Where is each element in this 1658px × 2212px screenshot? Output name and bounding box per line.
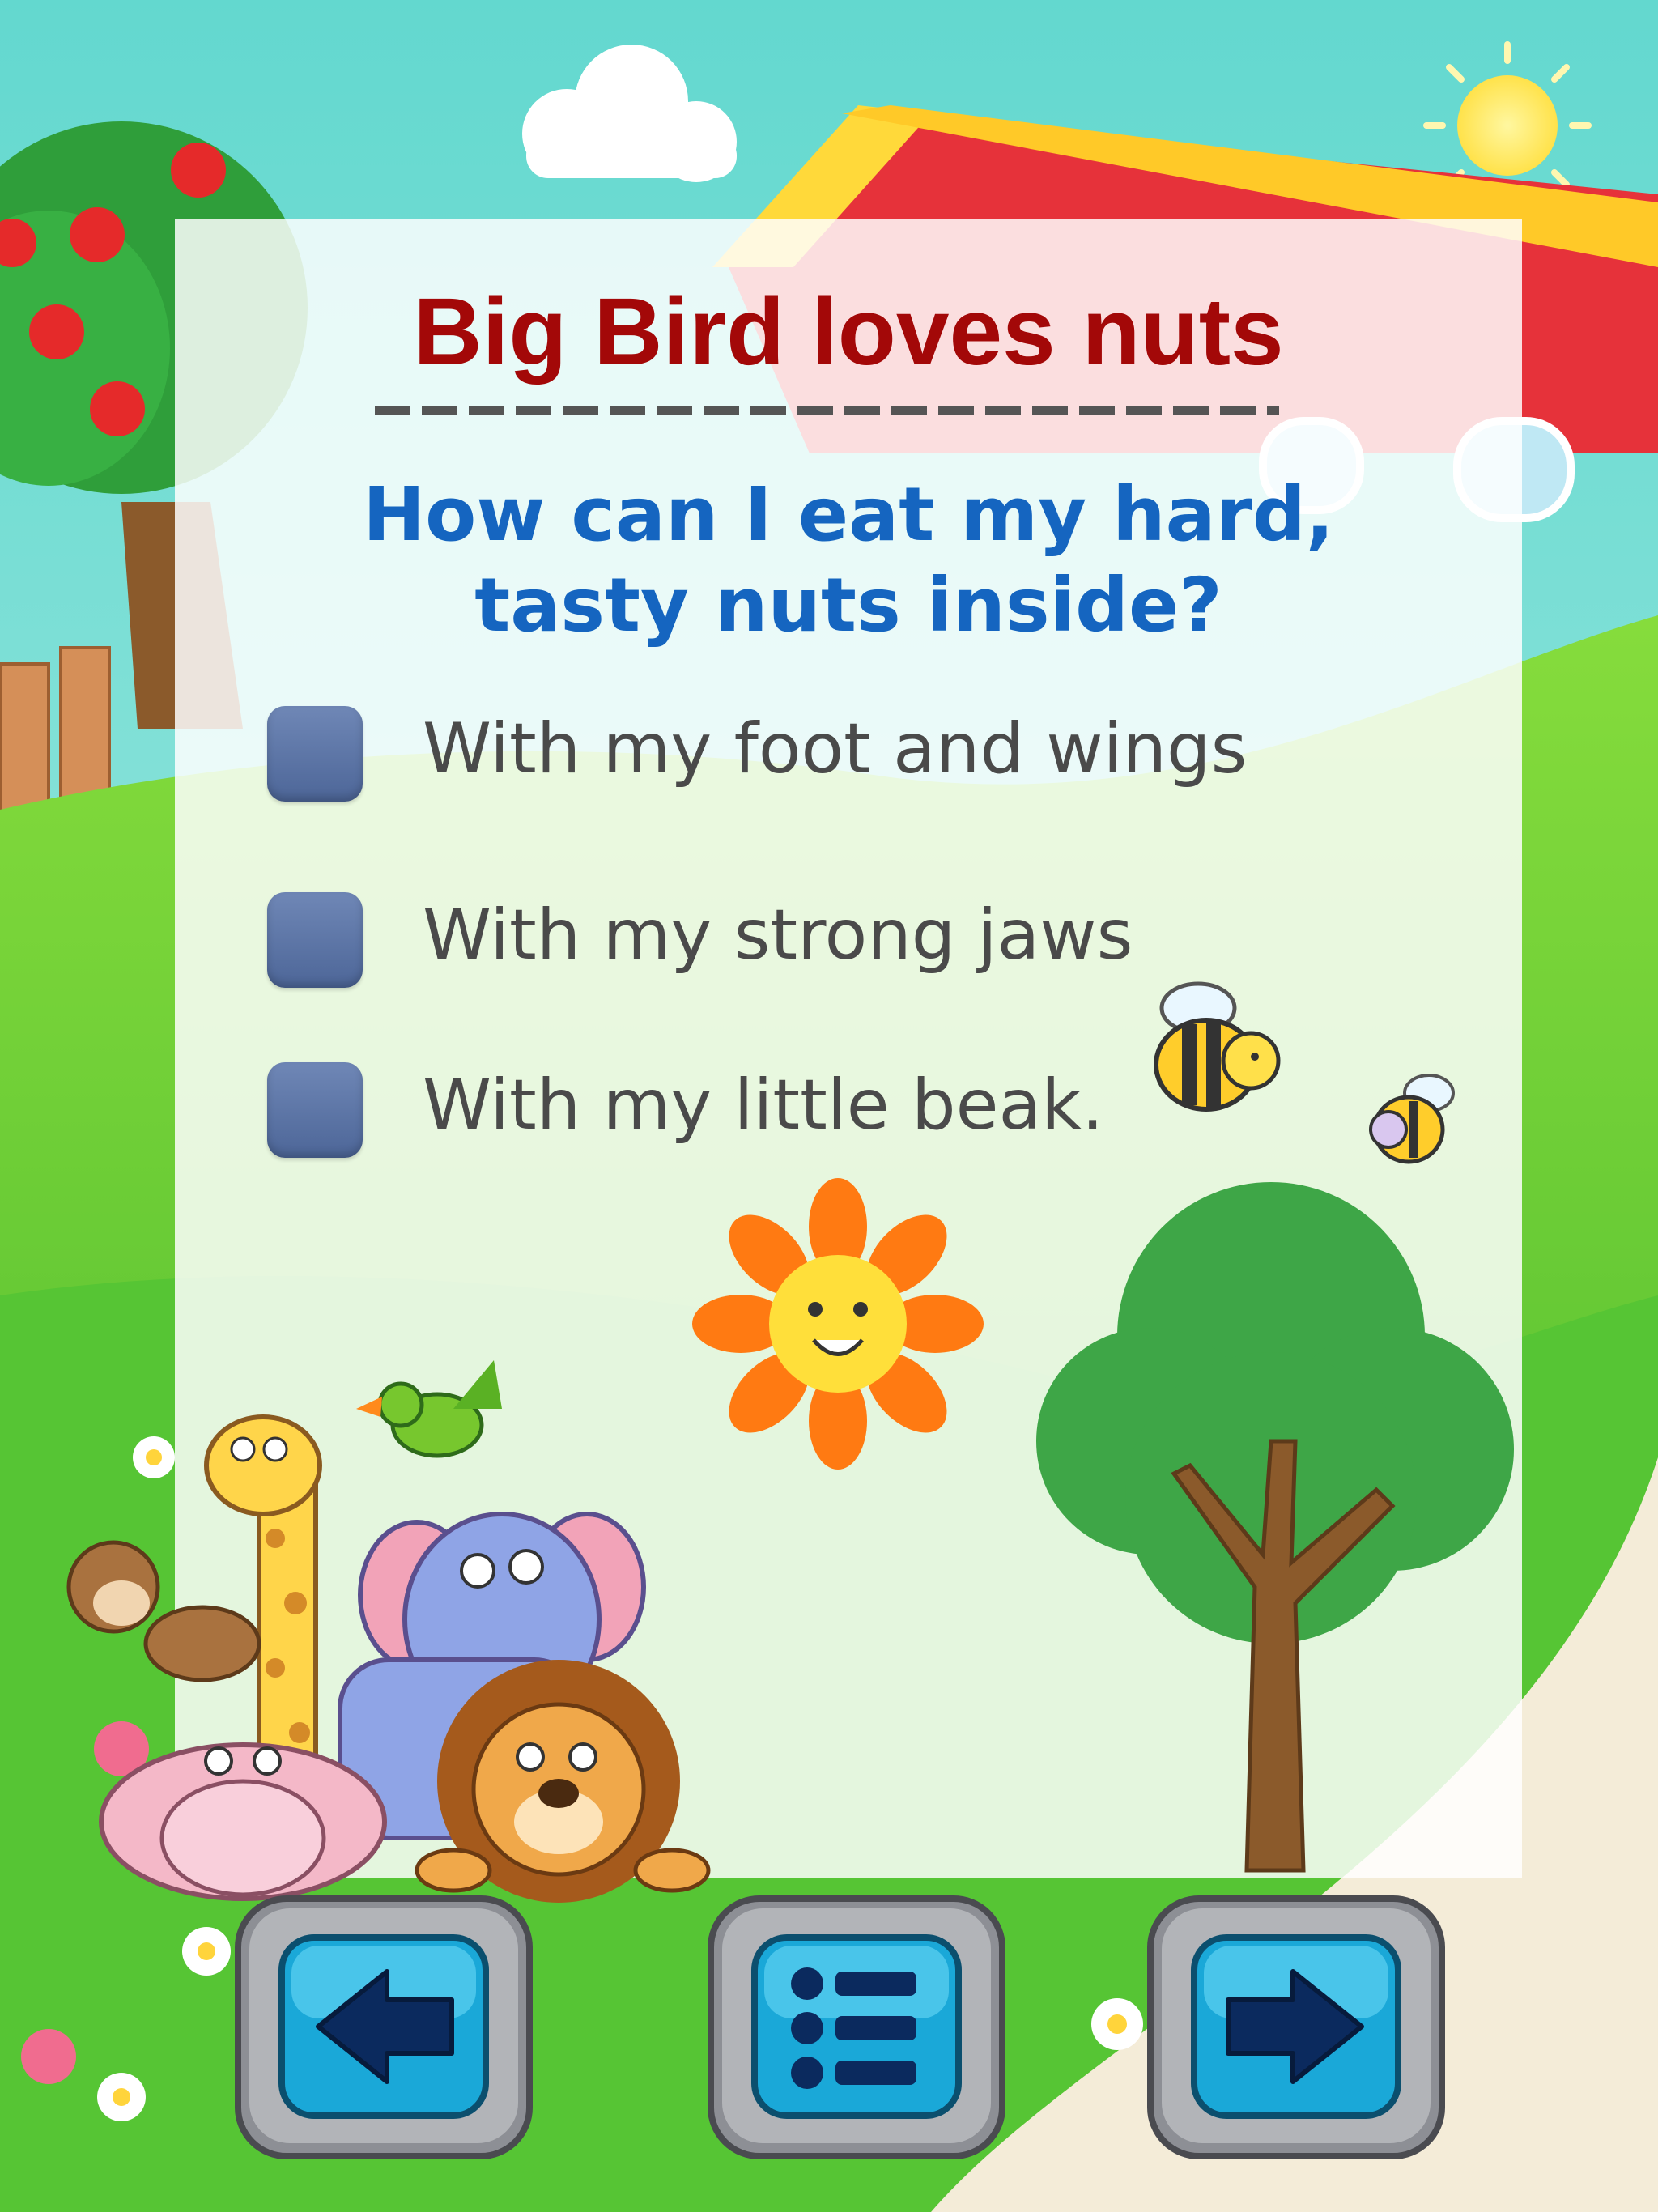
menu-button[interactable] xyxy=(706,1891,1007,2162)
back-button[interactable] xyxy=(233,1891,534,2162)
checkbox[interactable] xyxy=(267,1062,363,1158)
next-button[interactable] xyxy=(1146,1891,1447,2162)
list-menu-icon xyxy=(791,1967,916,2089)
monkey-icon xyxy=(66,1540,261,1682)
answer-option-label: With my strong jaws xyxy=(423,895,1133,976)
question-line-1: How can I eat my hard, xyxy=(363,471,1334,558)
answer-option-label: With my little beak. xyxy=(423,1065,1104,1146)
checkbox[interactable] xyxy=(267,706,363,802)
answer-option-label: With my foot and wings xyxy=(423,708,1248,789)
smiling-sun-icon xyxy=(692,1178,984,1470)
title-divider xyxy=(375,406,1279,415)
question-line-2: tasty nuts inside? xyxy=(474,562,1222,649)
checkbox[interactable] xyxy=(267,892,363,988)
bee-icon xyxy=(1154,981,1281,1112)
question-text: How can I eat my hard, tasty nuts inside… xyxy=(175,470,1522,651)
hippo-icon xyxy=(99,1742,387,1901)
small-bee-icon xyxy=(1369,1074,1455,1164)
page-title: Big Bird loves nuts xyxy=(413,279,1284,385)
animals-group-illustration xyxy=(66,1360,711,1903)
tree-icon xyxy=(1036,1182,1514,1873)
parrot-icon xyxy=(356,1360,502,1458)
